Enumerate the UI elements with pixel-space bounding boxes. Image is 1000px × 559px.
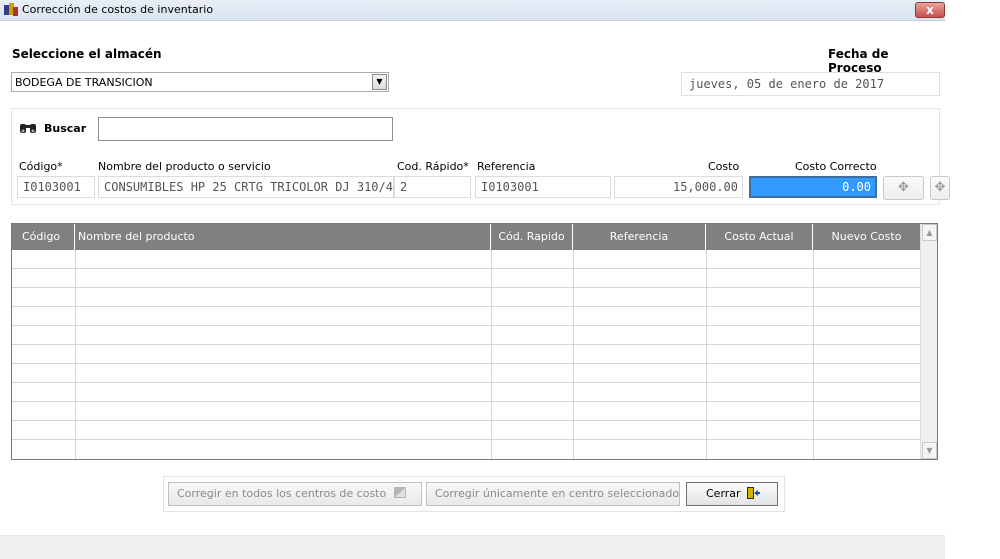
close-button[interactable]: Cerrar [686, 482, 778, 506]
scroll-up-icon[interactable]: ▲ [922, 224, 937, 241]
product-name-field[interactable]: CONSUMIBLES HP 25 CRTG TRICOLOR DJ 310/4… [98, 176, 394, 198]
close-icon: x [926, 3, 934, 17]
cost-field[interactable]: 15,000.00 [614, 176, 743, 198]
table-row[interactable] [12, 326, 920, 345]
column-header-product-name[interactable]: Nombre del producto [75, 224, 491, 250]
column-header-quick-code[interactable]: Cód. Rapido [491, 224, 573, 250]
column-divider [706, 250, 707, 459]
warehouse-label: Seleccione el almacén [12, 47, 162, 61]
app-icon [4, 3, 18, 16]
reference-label: Referencia [477, 160, 536, 173]
status-bar [0, 535, 945, 559]
dropdown-arrow-icon[interactable]: ▼ [372, 74, 387, 90]
correct-selected-center-button[interactable]: Corregir únicamente en centro selecciona… [426, 482, 699, 506]
plus-icon: ✥ [898, 180, 909, 195]
column-divider [75, 250, 76, 459]
product-name-label: Nombre del producto o servicio [98, 160, 271, 173]
table-row[interactable] [12, 383, 920, 402]
table-row[interactable] [12, 269, 920, 288]
table-row[interactable] [12, 440, 920, 459]
apply-icon [393, 487, 406, 498]
search-label: Buscar [44, 122, 87, 135]
binoculars-icon [20, 124, 36, 133]
search-input[interactable] [98, 117, 393, 141]
warehouse-selected-value: BODEGA DE TRANSICION [15, 76, 153, 89]
correct-cost-field[interactable]: 0.00 [749, 176, 877, 198]
column-divider [491, 250, 492, 459]
warehouse-select[interactable]: BODEGA DE TRANSICION ▼ [11, 72, 389, 92]
grid-header: Código Nombre del producto Cód. Rapido R… [12, 224, 920, 250]
add-button-secondary[interactable]: ✥ [930, 176, 950, 200]
quick-code-field[interactable]: 2 [394, 176, 471, 198]
vertical-scrollbar[interactable]: ▲ ▼ [920, 224, 937, 459]
scroll-down-icon[interactable]: ▼ [922, 442, 937, 459]
add-button-disabled[interactable]: ✥ [883, 176, 924, 200]
column-header-reference[interactable]: Referencia [573, 224, 706, 250]
cost-label: Costo [708, 160, 740, 173]
reference-field[interactable]: I0103001 [475, 176, 611, 198]
quick-code-label: Cod. Rápido* [397, 160, 469, 173]
table-row[interactable] [12, 250, 920, 269]
correct-all-centers-button[interactable]: Corregir en todos los centros de costo [168, 482, 422, 506]
column-header-new-cost[interactable]: Nuevo Costo [813, 224, 920, 250]
process-date-field: jueves, 05 de enero de 2017 [681, 72, 940, 96]
column-header-code[interactable]: Código [12, 224, 75, 250]
table-row[interactable] [12, 345, 920, 364]
close-label: Cerrar [706, 487, 741, 500]
plus-icon: ✥ [934, 180, 946, 195]
exit-door-icon [747, 487, 761, 499]
code-field[interactable]: I0103001 [17, 176, 95, 198]
column-header-current-cost[interactable]: Costo Actual [706, 224, 813, 250]
correct-selected-label: Corregir únicamente en centro selecciona… [435, 487, 680, 500]
code-label: Código* [19, 160, 63, 173]
table-row[interactable] [12, 402, 920, 421]
products-grid[interactable]: Código Nombre del producto Cód. Rapido R… [11, 223, 938, 460]
process-date-label: Fecha de Proceso [828, 47, 889, 75]
table-row[interactable] [12, 288, 920, 307]
column-divider [813, 250, 814, 459]
close-window-button[interactable]: x [915, 2, 945, 18]
table-row[interactable] [12, 421, 920, 440]
column-divider [573, 250, 574, 459]
correct-all-label: Corregir en todos los centros de costo [177, 487, 387, 500]
dialog-window: Corrección de costos de inventario x Sel… [0, 0, 950, 559]
window-title: Corrección de costos de inventario [22, 3, 214, 16]
correct-cost-label: Costo Correcto [795, 160, 877, 173]
title-bar: Corrección de costos de inventario x [0, 0, 945, 21]
table-row[interactable] [12, 364, 920, 383]
table-row[interactable] [12, 307, 920, 326]
